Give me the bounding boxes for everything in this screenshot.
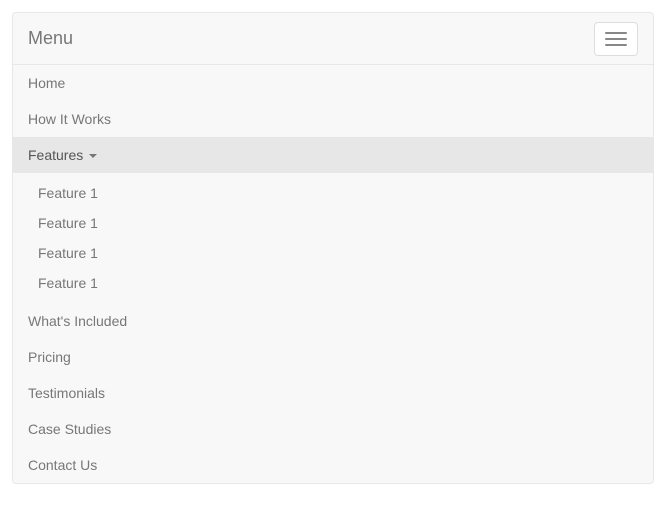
dropdown-link-feature-3[interactable]: Feature 1 bbox=[13, 238, 653, 268]
nav-link-case-studies[interactable]: Case Studies bbox=[13, 411, 653, 447]
nav-link-whats-included[interactable]: What's Included bbox=[13, 303, 653, 339]
dropdown-item: Feature 1 bbox=[13, 208, 653, 238]
hamburger-icon bbox=[605, 32, 627, 34]
nav-link-label: Contact Us bbox=[28, 457, 97, 473]
nav-link-label: Features bbox=[28, 147, 83, 163]
dropdown-link-label: Feature 1 bbox=[38, 275, 98, 291]
dropdown-link-label: Feature 1 bbox=[38, 215, 98, 231]
nav-item-home: Home bbox=[13, 65, 653, 101]
navbar-header: Menu bbox=[13, 13, 653, 64]
navbar-brand: Menu bbox=[28, 13, 73, 64]
dropdown-link-feature-4[interactable]: Feature 1 bbox=[13, 268, 653, 298]
nav-item-contact-us: Contact Us bbox=[13, 447, 653, 483]
nav-link-label: Home bbox=[28, 75, 65, 91]
dropdown-item: Feature 1 bbox=[13, 178, 653, 208]
nav-item-features: Features Feature 1 Feature 1 Feature 1 bbox=[13, 137, 653, 303]
dropdown-link-label: Feature 1 bbox=[38, 185, 98, 201]
hamburger-icon bbox=[605, 44, 627, 46]
navbar: Menu Home How It Works Features bbox=[12, 12, 654, 484]
nav-link-contact-us[interactable]: Contact Us bbox=[13, 447, 653, 483]
dropdown-item: Feature 1 bbox=[13, 238, 653, 268]
nav-item-testimonials: Testimonials bbox=[13, 375, 653, 411]
nav-item-whats-included: What's Included bbox=[13, 303, 653, 339]
nav-link-features[interactable]: Features bbox=[13, 137, 653, 173]
navbar-toggle-button[interactable] bbox=[594, 22, 638, 56]
caret-down-icon bbox=[89, 154, 97, 158]
nav-link-home[interactable]: Home bbox=[13, 65, 653, 101]
nav-link-pricing[interactable]: Pricing bbox=[13, 339, 653, 375]
nav-list: Home How It Works Features Feature 1 bbox=[13, 64, 653, 483]
dropdown-link-feature-1[interactable]: Feature 1 bbox=[13, 178, 653, 208]
nav-link-how-it-works[interactable]: How It Works bbox=[13, 101, 653, 137]
nav-link-label: Testimonials bbox=[28, 385, 105, 401]
nav-item-pricing: Pricing bbox=[13, 339, 653, 375]
nav-item-how-it-works: How It Works bbox=[13, 101, 653, 137]
nav-link-label: Case Studies bbox=[28, 421, 111, 437]
nav-link-testimonials[interactable]: Testimonials bbox=[13, 375, 653, 411]
hamburger-icon bbox=[605, 38, 627, 40]
dropdown-link-label: Feature 1 bbox=[38, 245, 98, 261]
nav-link-label: How It Works bbox=[28, 111, 111, 127]
nav-item-case-studies: Case Studies bbox=[13, 411, 653, 447]
nav-link-label: Pricing bbox=[28, 349, 71, 365]
dropdown-item: Feature 1 bbox=[13, 268, 653, 298]
dropdown-link-feature-2[interactable]: Feature 1 bbox=[13, 208, 653, 238]
features-dropdown: Feature 1 Feature 1 Feature 1 Feature 1 bbox=[13, 173, 653, 303]
nav-link-label: What's Included bbox=[28, 313, 127, 329]
